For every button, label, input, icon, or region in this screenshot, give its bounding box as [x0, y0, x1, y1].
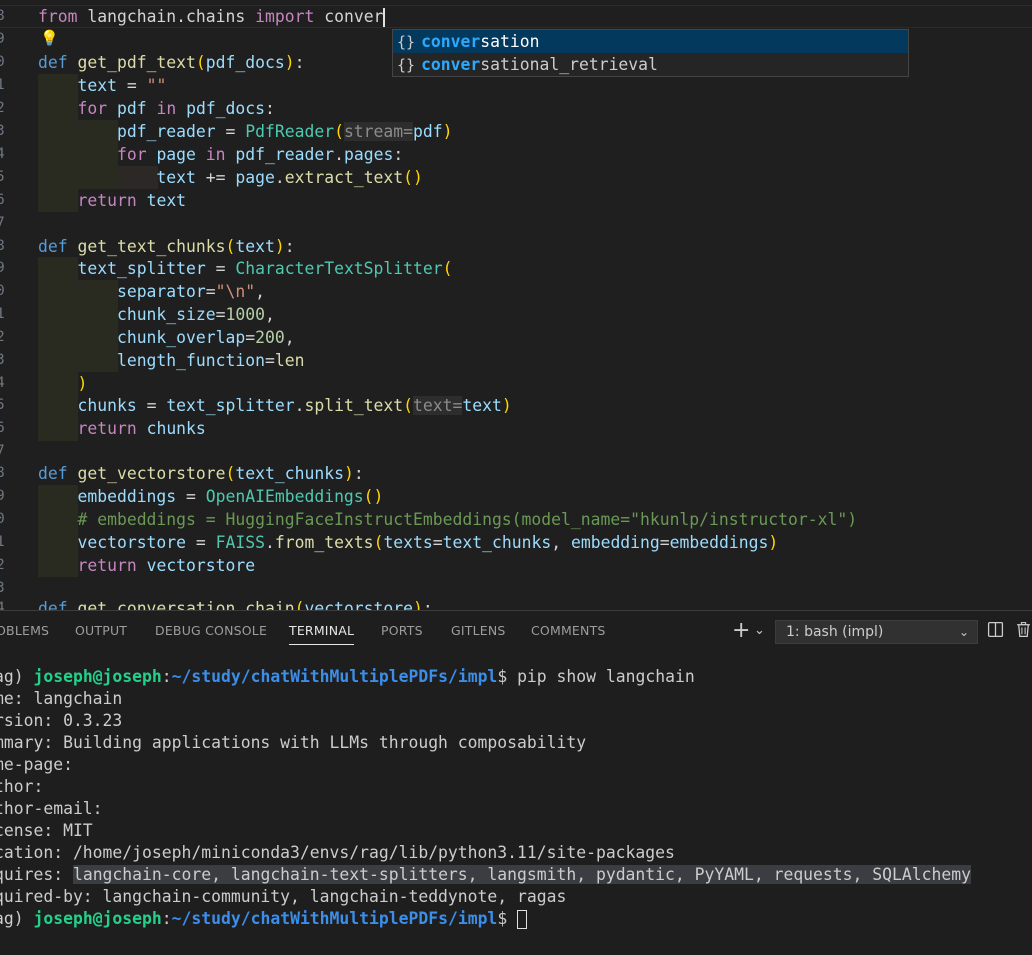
terminal-prompt-line: ag) joseph@joseph:~/study/chatWithMultip…	[0, 908, 528, 930]
tab-debug-console[interactable]: DEBUG CONSOLE	[155, 611, 267, 651]
terminal-line: mmary: Building applications with LLMs t…	[0, 733, 587, 752]
tab-problems[interactable]: OBLEMS	[0, 611, 49, 651]
line-number: 9	[0, 488, 5, 504]
line-number: 3	[0, 123, 5, 139]
typed-text: conver	[324, 7, 384, 26]
keyword-from: from	[38, 7, 78, 26]
line-number: 6	[0, 420, 5, 436]
code-line[interactable]: text = ""	[38, 74, 166, 97]
new-terminal-icon[interactable]: +	[732, 619, 750, 643]
code-line[interactable]: return vectorstore	[38, 554, 255, 577]
autocomplete-suggestions[interactable]: {} conversation {} conversational_retrieva…	[392, 29, 909, 77]
terminal-cursor	[517, 910, 528, 929]
terminal-line: quired-by: langchain-community, langchai…	[0, 887, 567, 906]
line-number: 3	[0, 352, 5, 368]
terminal-line: thor-email:	[0, 799, 103, 818]
text-cursor	[383, 8, 386, 27]
line-number: 7	[0, 215, 5, 231]
code-line[interactable]: )	[38, 372, 87, 395]
line-number: 7	[0, 443, 5, 459]
line-number: 5	[0, 169, 5, 185]
module-icon: {}	[397, 56, 416, 74]
module-icon: {}	[397, 33, 416, 51]
code-line[interactable]: for page in pdf_reader.pages:	[38, 143, 403, 166]
selected-text: langchain-core, langchain-text-splitters…	[72, 865, 971, 884]
tab-ports[interactable]: PORTS	[381, 611, 423, 651]
line-number: 0	[0, 283, 5, 299]
terminal-output[interactable]: ag) joseph@joseph:~/study/chatWithMultip…	[0, 651, 1032, 955]
line-number: 4	[0, 146, 5, 162]
line-number: 2	[0, 100, 5, 116]
line-number: 0	[0, 511, 5, 527]
terminal-line-requires: quires: langchain-core, langchain-text-s…	[0, 865, 971, 884]
terminal-line: rsion: 0.3.23	[0, 711, 123, 730]
keyword-import: import	[255, 7, 315, 26]
tab-gitlens[interactable]: GITLENS	[451, 611, 506, 651]
terminal-selector-label: 1: bash (impl)	[786, 624, 884, 640]
terminal-line: me-page:	[0, 755, 73, 774]
code-line[interactable]: return chunks	[38, 417, 205, 440]
tab-comments[interactable]: COMMENTS	[531, 611, 606, 651]
code-line[interactable]: vectorstore = FAISS.from_texts(texts=tex…	[38, 531, 778, 554]
code-line[interactable]: return text	[38, 189, 186, 212]
tab-terminal[interactable]: TERMINAL	[289, 611, 355, 651]
chevron-down-icon: ⌄	[958, 625, 969, 639]
code-line[interactable]: length_function=len	[38, 349, 305, 372]
code-line-import[interactable]: from langchain.chains import conver	[38, 5, 386, 28]
code-line[interactable]: def get_vectorstore(text_chunks):	[38, 462, 364, 485]
line-number: 2	[0, 329, 5, 345]
code-line[interactable]: def get_text_chunks(text):	[38, 235, 295, 258]
line-number: 6	[0, 192, 5, 208]
line-number: 1	[0, 77, 5, 93]
code-line[interactable]: chunk_overlap=200,	[38, 326, 295, 349]
line-number: 1	[0, 306, 5, 322]
suggestion-item[interactable]: {} conversation	[393, 30, 908, 53]
line-number: 4	[0, 600, 5, 610]
split-terminal-icon[interactable]	[987, 621, 1004, 645]
lightbulb-icon[interactable]: 💡	[40, 29, 59, 47]
line-number: 1	[0, 534, 5, 550]
line-number: 9	[0, 260, 5, 276]
line-number: 0	[0, 54, 5, 70]
terminal-line: cense: MIT	[0, 821, 93, 840]
code-line[interactable]: for pdf in pdf_docs:	[38, 97, 274, 120]
line-number: 9	[0, 31, 5, 47]
line-number: 5	[0, 397, 5, 413]
code-line[interactable]: text_splitter = CharacterTextSplitter(	[38, 257, 452, 280]
code-line[interactable]: embeddings = OpenAIEmbeddings()	[38, 485, 383, 508]
line-number: 8	[0, 8, 5, 24]
line-number: 4	[0, 375, 5, 391]
code-line[interactable]: chunks = text_splitter.split_text(text=t…	[38, 394, 512, 417]
code-line[interactable]: # embeddings = HuggingFaceInstructEmbedd…	[38, 508, 857, 531]
tab-output[interactable]: OUTPUT	[75, 611, 127, 651]
code-line[interactable]: def get_pdf_text(pdf_docs):	[38, 51, 304, 74]
terminal-line: me: langchain	[0, 689, 123, 708]
terminal-selector[interactable]: 1: bash (impl) ⌄	[775, 620, 978, 644]
terminal-prompt-line: ag) joseph@joseph:~/study/chatWithMultip…	[0, 667, 695, 686]
code-line[interactable]: separator="\n",	[38, 280, 265, 303]
terminal-command: pip show langchain	[517, 667, 695, 686]
module-name: langchain.chains	[87, 7, 246, 26]
code-line[interactable]: chunk_size=1000,	[38, 303, 275, 326]
line-number: 8	[0, 465, 5, 481]
code-editor[interactable]: 890123456789012345678901234 from langcha…	[0, 0, 1032, 610]
terminal-line: cation: /home/joseph/miniconda3/envs/rag…	[0, 843, 675, 862]
line-number: 2	[0, 557, 5, 573]
code-line[interactable]: pdf_reader = PdfReader(stream=pdf)	[38, 120, 453, 143]
line-number: 8	[0, 238, 5, 254]
trash-icon[interactable]	[1015, 621, 1032, 645]
code-line[interactable]: text += page.extract_text()	[38, 166, 423, 189]
terminal-line: thor:	[0, 777, 44, 796]
chevron-down-icon[interactable]: ⌄	[754, 619, 765, 643]
code-line[interactable]: def get_conversation_chain(vectorstore):	[38, 597, 433, 610]
suggestion-item[interactable]: {} conversational_retrieval	[393, 53, 908, 76]
